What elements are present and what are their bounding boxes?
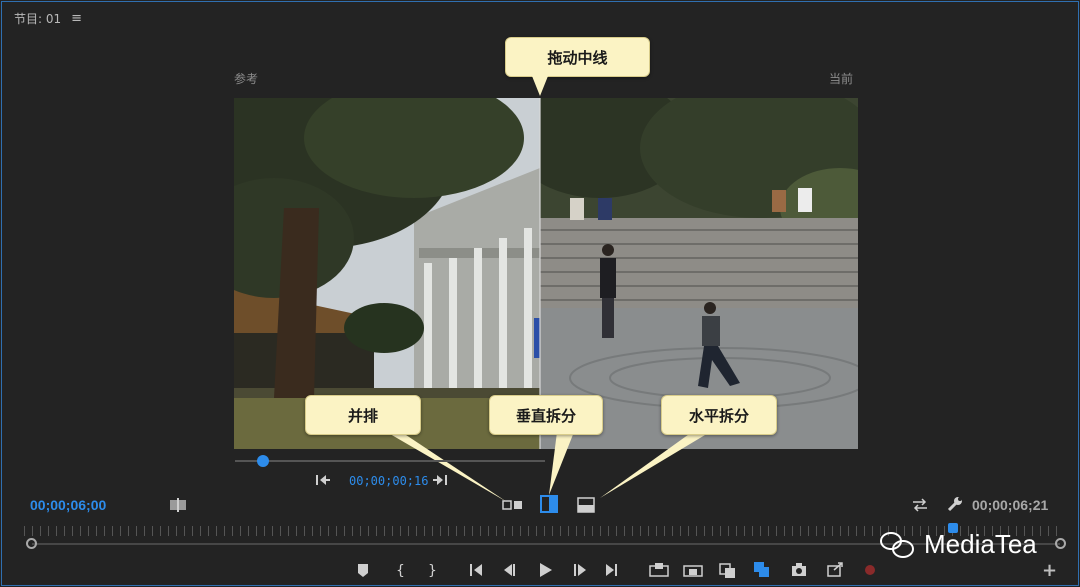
plus-icon[interactable]: + — [1042, 562, 1057, 580]
step-forward-icon — [574, 564, 586, 576]
compare-icon[interactable] — [169, 497, 187, 516]
horizontal-split-pointer — [600, 432, 710, 498]
add-marker-icon — [358, 564, 368, 577]
vertical-split-pointer — [549, 432, 574, 495]
horizontal-split-icon[interactable] — [577, 497, 595, 516]
timeline-end-handle[interactable] — [1055, 538, 1066, 549]
camera-icon — [792, 563, 806, 576]
reference-scrubber-track[interactable] — [235, 460, 545, 462]
compare-view-icon — [719, 563, 735, 578]
side-by-side-pointer — [378, 427, 507, 502]
reference-timecode[interactable]: 00;00;00;16 — [349, 474, 428, 488]
step-forward-to-end-icon[interactable] — [432, 473, 448, 490]
callout-horizontal-split: 水平拆分 — [661, 395, 777, 435]
overwrite-icon — [683, 565, 703, 577]
reference-scrubber-knob[interactable] — [256, 455, 269, 467]
side-by-side-icon[interactable] — [502, 498, 524, 515]
current-timecode[interactable]: 00;00;06;00 — [30, 497, 106, 513]
transport-controls: { } — [358, 562, 875, 579]
mark-in-icon: { — [396, 563, 405, 579]
export-icon — [827, 562, 843, 577]
duration-timecode: 00;00;06;21 — [972, 497, 1049, 513]
play-icon — [540, 563, 552, 577]
comparison-active-icon — [754, 562, 769, 577]
timeline-start-handle[interactable] — [26, 538, 37, 549]
go-to-out-icon — [606, 564, 617, 576]
vertical-split-icon[interactable] — [540, 495, 558, 516]
watermark: MediaTea — [880, 529, 1037, 560]
callout-side-by-side: 并排 — [305, 395, 421, 435]
swap-icon[interactable] — [911, 497, 929, 516]
step-back-icon — [504, 564, 515, 576]
insert-icon — [649, 563, 669, 577]
callout-vertical-split: 垂直拆分 — [489, 395, 603, 435]
wechat-logo-icon — [880, 530, 916, 560]
record-icon — [865, 565, 875, 575]
go-to-in-icon — [470, 564, 482, 576]
wrench-icon[interactable] — [947, 496, 963, 515]
mark-out-icon: } — [428, 563, 437, 579]
watermark-text: MediaTea — [924, 529, 1037, 559]
step-back-to-start-icon[interactable] — [315, 473, 331, 490]
program-monitor-panel: 节目: 01 ≡ 参考 当前 拖动中线 并排 垂直拆分 水平拆分 00;00;0… — [1, 1, 1079, 586]
